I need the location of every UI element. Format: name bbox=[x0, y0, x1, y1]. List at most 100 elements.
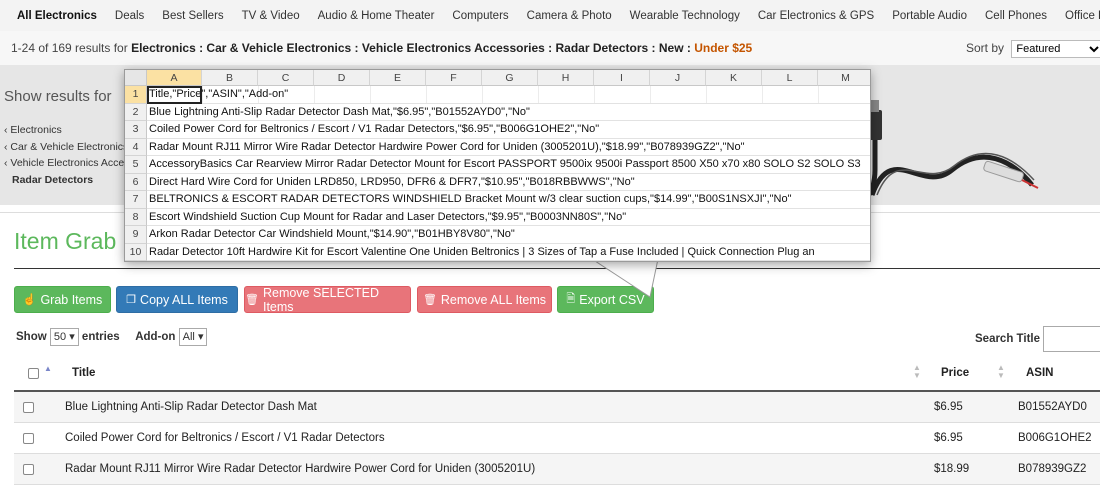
copy-all-button[interactable]: ❐ Copy ALL Items bbox=[116, 286, 238, 313]
row-title: Blue Lightning Anti-Slip Radar Detector … bbox=[65, 401, 317, 413]
sheet-cell[interactable]: AccessoryBasics Car Rearview Mirror Rada… bbox=[147, 156, 870, 174]
nav-deals[interactable]: Deals bbox=[106, 10, 153, 22]
results-bar: 1-24 of 169 results for Electronics : Ca… bbox=[0, 31, 1100, 66]
sheet-cell[interactable]: Direct Hard Wire Cord for Uniden LRD850,… bbox=[147, 173, 870, 191]
title-divider bbox=[14, 268, 1100, 269]
nav-audio-home-theater[interactable]: Audio & Home Theater bbox=[309, 10, 444, 22]
asin-column-header[interactable]: ASIN bbox=[1026, 367, 1053, 379]
column-header-h[interactable]: H bbox=[538, 70, 594, 86]
column-header-j[interactable]: J bbox=[650, 70, 706, 86]
sheet-cell[interactable]: Title,"Price","ASIN","Add-on" bbox=[147, 86, 870, 104]
sheet-cell[interactable]: BELTRONICS & ESCORT RADAR DETECTORS WIND… bbox=[147, 191, 870, 209]
sheet-cell[interactable]: Radar Detector 10ft Hardwire Kit for Esc… bbox=[147, 243, 870, 261]
entries-select[interactable]: 50 ▾ bbox=[49, 328, 79, 346]
row-header[interactable]: 5 bbox=[125, 156, 147, 174]
sheet-cell[interactable]: Coiled Power Cord for Beltronics / Escor… bbox=[147, 121, 870, 139]
row-header[interactable]: 2 bbox=[125, 103, 147, 121]
row-asin: B01552AYD0 bbox=[1018, 401, 1087, 413]
results-count: 1-24 of 169 results for bbox=[11, 41, 128, 55]
column-header-e[interactable]: E bbox=[370, 70, 426, 86]
row-asin: B078939GZ2 bbox=[1018, 463, 1087, 475]
nav-portable-audio[interactable]: Portable Audio bbox=[883, 10, 976, 22]
trash-icon: 🗑 bbox=[245, 294, 259, 306]
addon-select[interactable]: All ▾ bbox=[178, 328, 208, 346]
row-header[interactable]: 1 bbox=[125, 86, 147, 104]
csv-preview-sheet: A B C D E F G H I J K L M 1 2 3 4 5 6 7 … bbox=[124, 69, 871, 262]
chevron-down-icon: ▾ bbox=[69, 331, 75, 343]
nav-computers[interactable]: Computers bbox=[443, 10, 517, 22]
show-label: Show bbox=[16, 331, 47, 344]
nav-car-electronics-gps[interactable]: Car Electronics & GPS bbox=[749, 10, 883, 22]
sheet-cell[interactable]: Escort Windshield Suction Cup Mount for … bbox=[147, 208, 870, 226]
row-checkbox[interactable] bbox=[23, 464, 34, 475]
row-asin: B006G1OHE2 bbox=[1018, 432, 1092, 444]
sort-label: Sort by bbox=[966, 41, 1005, 55]
sort-icon[interactable]: ▲ ▼ bbox=[997, 364, 1005, 380]
table-row[interactable]: Blue Lightning Anti-Slip Radar Detector … bbox=[14, 392, 1100, 423]
column-header-k[interactable]: K bbox=[706, 70, 762, 86]
show-results-heading: Show results for bbox=[4, 88, 112, 105]
nav-tv-video[interactable]: TV & Video bbox=[233, 10, 309, 22]
row-header[interactable]: 7 bbox=[125, 191, 147, 209]
column-header-l[interactable]: L bbox=[762, 70, 818, 86]
select-all-checkbox[interactable] bbox=[28, 368, 39, 379]
column-header-a[interactable]: A bbox=[147, 70, 202, 86]
row-price: $18.99 bbox=[934, 463, 970, 475]
row-price: $6.95 bbox=[934, 432, 963, 444]
search-title-input[interactable] bbox=[1043, 326, 1100, 352]
table-row[interactable]: Radar Mount RJ11 Mirror Wire Radar Detec… bbox=[14, 454, 1100, 485]
items-table: ▲ Title ▲ ▼ Price ▲ ▼ ASIN Blue Lightning … bbox=[14, 356, 1100, 485]
row-header[interactable]: 3 bbox=[125, 121, 147, 139]
row-checkbox[interactable] bbox=[23, 402, 34, 413]
row-header[interactable]: 10 bbox=[125, 243, 147, 261]
column-header-d[interactable]: D bbox=[314, 70, 370, 86]
addon-label: Add-on bbox=[135, 331, 176, 344]
row-title: Coiled Power Cord for Beltronics / Escor… bbox=[65, 432, 385, 444]
column-header-g[interactable]: G bbox=[482, 70, 538, 86]
row-header[interactable]: 8 bbox=[125, 208, 147, 226]
sheet-cell[interactable]: Blue Lightning Anti-Slip Radar Detector … bbox=[147, 103, 870, 121]
price-filter[interactable]: Under $25 bbox=[694, 41, 752, 55]
nav-wearable-technology[interactable]: Wearable Technology bbox=[621, 10, 749, 22]
file-icon: 🗎 bbox=[566, 293, 576, 305]
nav-all-electronics[interactable]: All Electronics bbox=[0, 10, 106, 22]
row-header[interactable]: 4 bbox=[125, 138, 147, 156]
column-header-m[interactable]: M bbox=[818, 70, 870, 86]
nav-camera-photo[interactable]: Camera & Photo bbox=[518, 10, 621, 22]
sheet-corner[interactable] bbox=[125, 70, 147, 86]
results-summary: 1-24 of 169 results for Electronics : Ca… bbox=[11, 41, 752, 55]
sheet-cell[interactable]: Arkon Radar Detector Car Windshield Moun… bbox=[147, 226, 870, 244]
column-header-c[interactable]: C bbox=[258, 70, 314, 86]
results-path[interactable]: Electronics : Car & Vehicle Electronics … bbox=[131, 41, 691, 55]
row-title: Radar Mount RJ11 Mirror Wire Radar Detec… bbox=[65, 463, 536, 475]
price-column-header[interactable]: Price bbox=[941, 367, 969, 379]
extension-title: Item Grab bbox=[14, 228, 117, 254]
title-column-header[interactable]: Title bbox=[72, 367, 95, 379]
column-header-i[interactable]: I bbox=[594, 70, 650, 86]
sort-select[interactable]: Featured bbox=[1011, 40, 1100, 58]
grab-items-button[interactable]: ☝ Grab Items bbox=[14, 286, 111, 313]
table-row[interactable]: Coiled Power Cord for Beltronics / Escor… bbox=[14, 423, 1100, 454]
column-header-b[interactable]: B bbox=[202, 70, 258, 86]
remove-all-button[interactable]: 🗑 Remove ALL Items bbox=[417, 286, 552, 313]
nav-cell-phones[interactable]: Cell Phones bbox=[976, 10, 1056, 22]
row-header[interactable]: 6 bbox=[125, 173, 147, 191]
sheet-cell[interactable]: Radar Mount RJ11 Mirror Wire Radar Detec… bbox=[147, 138, 870, 156]
product-image[interactable] bbox=[862, 100, 1042, 200]
row-header[interactable]: 9 bbox=[125, 226, 147, 244]
sort-asc-icon[interactable]: ▲ bbox=[44, 365, 52, 373]
search-title-label: Search Title bbox=[975, 333, 1040, 345]
nav-office-electronics[interactable]: Office Electronics bbox=[1056, 10, 1100, 22]
hand-pointer-icon: ☝ bbox=[22, 294, 37, 306]
remove-selected-button[interactable]: 🗑 Remove SELECTED Items bbox=[244, 286, 411, 314]
top-nav: All Electronics Deals Best Sellers TV & … bbox=[0, 0, 1100, 32]
sort-control: Sort by Featured bbox=[966, 40, 1100, 58]
entries-label: entries bbox=[81, 331, 120, 344]
chevron-down-icon: ▾ bbox=[197, 331, 204, 343]
column-header-f[interactable]: F bbox=[426, 70, 482, 86]
trash-icon: 🗑 bbox=[422, 294, 437, 306]
table-header: ▲ Title ▲ ▼ Price ▲ ▼ ASIN bbox=[14, 356, 1100, 392]
row-checkbox[interactable] bbox=[23, 433, 34, 444]
sort-icon[interactable]: ▲ ▼ bbox=[913, 364, 921, 380]
nav-best-sellers[interactable]: Best Sellers bbox=[153, 10, 232, 22]
